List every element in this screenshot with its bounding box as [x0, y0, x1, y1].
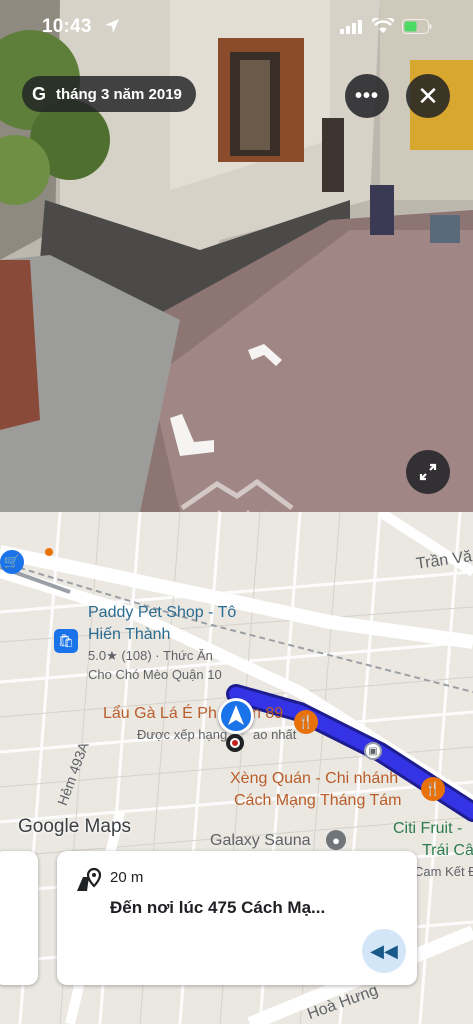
- map-view[interactable]: Trần Vă Hẻm 493A Hoà Hưng 🛒 🛍 Paddy Pet …: [0, 512, 473, 1024]
- battery-icon: [402, 19, 432, 34]
- route-destination-icon: [77, 867, 102, 891]
- shopping-cart-icon[interactable]: 🛒: [0, 550, 24, 574]
- place-galaxy-sauna-name[interactable]: Galaxy Sauna: [210, 832, 311, 850]
- wifi-icon: [372, 18, 394, 33]
- place-paddy-pet-shop-name-2[interactable]: Hiến Thành: [88, 624, 170, 646]
- close-icon: ✕: [417, 80, 439, 111]
- place-citi-fruit-subtitle: Cam Kết Đ: [414, 864, 473, 879]
- place-paddy-pet-shop-rating: 5.0★ (108) · Thức Ăn: [88, 648, 213, 663]
- watermark-logo: nhadat: [172, 478, 302, 512]
- navigation-arrow-icon: [228, 705, 244, 725]
- cellular-signal-icon: [340, 20, 362, 34]
- restaurant-icon[interactable]: 🍴: [294, 710, 318, 734]
- google-g-icon: G: [32, 83, 47, 104]
- place-lau-ga-subtitle-suffix: ao nhất: [253, 727, 297, 742]
- street-view-panorama[interactable]: 10:43 G tháng 3 năm 2019 ••• ✕: [0, 0, 473, 512]
- more-dots-icon: •••: [354, 84, 379, 107]
- destination-marker[interactable]: [226, 734, 244, 752]
- expand-button[interactable]: [406, 450, 450, 494]
- bus-stop-icon[interactable]: ▣: [364, 742, 382, 760]
- place-citi-fruit-name-2[interactable]: Trái Câ: [422, 840, 473, 862]
- status-time: 10:43: [42, 16, 92, 37]
- previous-step-card[interactable]: [0, 851, 38, 985]
- house-watermark-icon: [180, 478, 294, 511]
- close-button[interactable]: ✕: [406, 74, 450, 118]
- capture-date-chip[interactable]: G tháng 3 năm 2019: [22, 76, 196, 112]
- place-lau-ga-name[interactable]: Lẩu Gà Lá É Ph: [103, 703, 217, 725]
- place-xeng-quan-name-1[interactable]: Xèng Quán - Chi nhánh: [230, 768, 398, 790]
- place-paddy-pet-shop-category: Cho Chó Mèo Quận 10: [88, 667, 222, 682]
- place-icon[interactable]: ●: [326, 830, 346, 850]
- place-lau-ga-name-suffix[interactable]: n 89: [252, 703, 283, 725]
- status-bar: 10:43: [0, 0, 473, 56]
- location-arrow-icon: [105, 19, 119, 33]
- expand-icon: [419, 463, 437, 481]
- place-paddy-pet-shop-name-1[interactable]: Paddy Pet Shop - Tô: [88, 602, 236, 624]
- step-destination: Đến nơi lúc 475 Cách Mạ...: [110, 898, 326, 917]
- current-location-marker[interactable]: [218, 698, 254, 734]
- more-options-button[interactable]: •••: [345, 74, 389, 118]
- poi-dot[interactable]: [45, 548, 53, 556]
- place-lau-ga-subtitle: Được xếp hạng: [137, 727, 228, 742]
- place-citi-fruit-name-1[interactable]: Citi Fruit -: [393, 818, 462, 840]
- step-distance: 20 m: [110, 869, 144, 886]
- google-maps-logo: Google Maps: [18, 816, 132, 837]
- place-xeng-quan-name-2[interactable]: Cách Mạng Tháng Tám: [234, 790, 402, 812]
- rewind-icon: ◀◀: [370, 940, 398, 961]
- navigation-step-card[interactable]: 20 m Đến nơi lúc 475 Cách Mạ... ◀◀: [57, 851, 417, 985]
- restaurant-icon[interactable]: 🍴: [421, 777, 445, 801]
- capture-date-label: tháng 3 năm 2019: [56, 85, 182, 103]
- rewind-button[interactable]: ◀◀: [362, 929, 406, 973]
- shopping-bag-icon[interactable]: 🛍: [54, 629, 78, 653]
